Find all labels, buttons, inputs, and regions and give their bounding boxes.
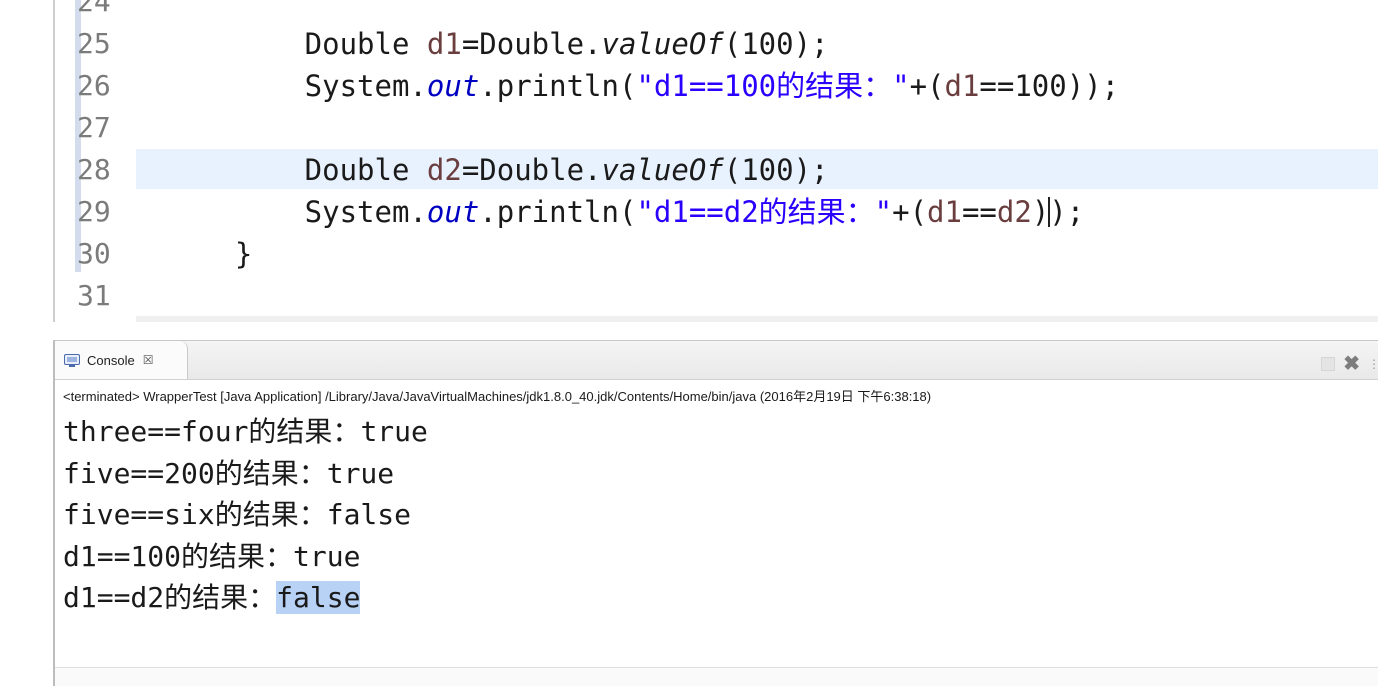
code-token: "d1==100的结果：" — [636, 69, 910, 103]
code-text: Double d2=Double.valueOf(100); — [165, 149, 829, 191]
code-token: System. — [165, 69, 427, 103]
code-text: Double d1=Double.valueOf(100); — [165, 23, 829, 65]
console-output-line: five==200的结果：true — [63, 453, 428, 495]
code-token: d1 — [944, 69, 980, 103]
code-token: ); — [1049, 195, 1085, 229]
code-line[interactable]: 25 Double d1=Double.valueOf(100); — [55, 23, 1378, 65]
output-value: true — [326, 456, 395, 490]
code-token: d2 — [996, 195, 1032, 229]
output-value: true — [360, 415, 428, 448]
more-options-icon[interactable]: ⋮ — [1368, 357, 1378, 371]
code-token: valueOf — [601, 153, 724, 187]
console-scroll-edge — [55, 667, 1378, 686]
line-number: 29 — [77, 195, 111, 228]
code-token: d1 — [426, 27, 462, 61]
output-label: five==six的结果： — [63, 498, 327, 531]
code-line[interactable]: 31 — [55, 275, 1378, 317]
console-output[interactable]: three==four的结果：true five==200的结果：true five… — [63, 411, 428, 619]
code-line[interactable]: 27 — [55, 107, 1378, 149]
code-token: System. — [165, 195, 427, 229]
code-token: (100); — [723, 153, 829, 187]
code-token: +( — [909, 69, 945, 103]
console-tab-label: Console — [87, 352, 135, 368]
code-token: =Double. — [461, 153, 602, 187]
code-line[interactable]: 29 System.out.println("d1==d2的结果："+(d1==… — [55, 191, 1378, 233]
console-icon — [64, 353, 80, 367]
code-token: out — [426, 195, 480, 229]
code-token: (100); — [723, 27, 829, 61]
console-view: Console ☒ ✖ ⋮ <terminated> WrapperTest [… — [53, 340, 1378, 686]
code-token: Double — [165, 27, 427, 61]
code-token: .println( — [479, 195, 637, 229]
console-tab-bar: Console ☒ ✖ ⋮ — [55, 341, 1378, 380]
code-token: =Double. — [461, 27, 602, 61]
console-toolbar: ✖ ⋮ — [1321, 351, 1378, 376]
line-number: 24 — [77, 0, 111, 18]
remove-launch-icon[interactable]: ✖ — [1343, 351, 1360, 376]
code-token: "d1==d2的结果：" — [636, 195, 893, 229]
console-output-line: d1==100的结果：true — [63, 536, 428, 578]
code-text: } — [165, 233, 252, 275]
line-number: 25 — [77, 27, 111, 60]
clear-console-icon[interactable] — [1321, 356, 1336, 371]
console-status-line: <terminated> WrapperTest [Java Applicati… — [63, 389, 932, 404]
code-token: ) — [1031, 195, 1050, 229]
output-label: d1==d2的结果： — [63, 581, 277, 614]
output-value: true — [293, 539, 361, 573]
output-value: false — [326, 498, 412, 531]
code-text: System.out.println("d1==d2的结果："+(d1==d2)… — [165, 191, 1085, 233]
editor-scroll-edge — [136, 316, 1378, 322]
selected-output-value: false — [276, 581, 361, 614]
output-label: d1==100的结果： — [63, 539, 294, 573]
code-token: ==100)); — [979, 69, 1120, 103]
code-token: d1 — [927, 195, 962, 229]
line-number: 26 — [77, 69, 111, 102]
close-tab-icon[interactable]: ☒ — [143, 353, 154, 367]
ide-window: 24 25 Double d1=Double.valueOf(100); 26 Sy… — [0, 0, 1378, 686]
line-number: 31 — [77, 279, 111, 312]
code-text: System.out.println("d1==100的结果："+(d1==10… — [165, 65, 1119, 107]
tab-console[interactable]: Console ☒ — [55, 341, 188, 379]
console-output-line: five==six的结果：false — [63, 494, 428, 536]
output-label: five==200的结果： — [63, 456, 327, 490]
code-token: Double — [165, 153, 427, 187]
code-line[interactable]: 30 } — [55, 233, 1378, 275]
code-token: d2 — [426, 153, 462, 187]
line-number: 30 — [77, 237, 111, 270]
code-token: .println( — [479, 69, 637, 103]
code-token: valueOf — [601, 27, 724, 61]
console-output-line: d1==d2的结果：false — [63, 577, 428, 619]
console-output-line: three==four的结果：true — [63, 411, 428, 453]
line-number: 27 — [77, 111, 111, 144]
output-label: three==four的结果： — [63, 415, 361, 448]
line-number: 28 — [77, 153, 111, 186]
code-token: == — [961, 195, 997, 229]
code-line[interactable]: 24 — [55, 0, 1378, 23]
code-token: out — [426, 69, 480, 103]
code-line[interactable]: 26 System.out.println("d1==100的结果："+(d1=… — [55, 65, 1378, 107]
code-line[interactable]: 28 Double d2=Double.valueOf(100); — [55, 149, 1378, 191]
code-editor[interactable]: 24 25 Double d1=Double.valueOf(100); 26 Sy… — [53, 0, 1378, 322]
code-token: +( — [892, 195, 928, 229]
code-token: } — [165, 237, 253, 271]
